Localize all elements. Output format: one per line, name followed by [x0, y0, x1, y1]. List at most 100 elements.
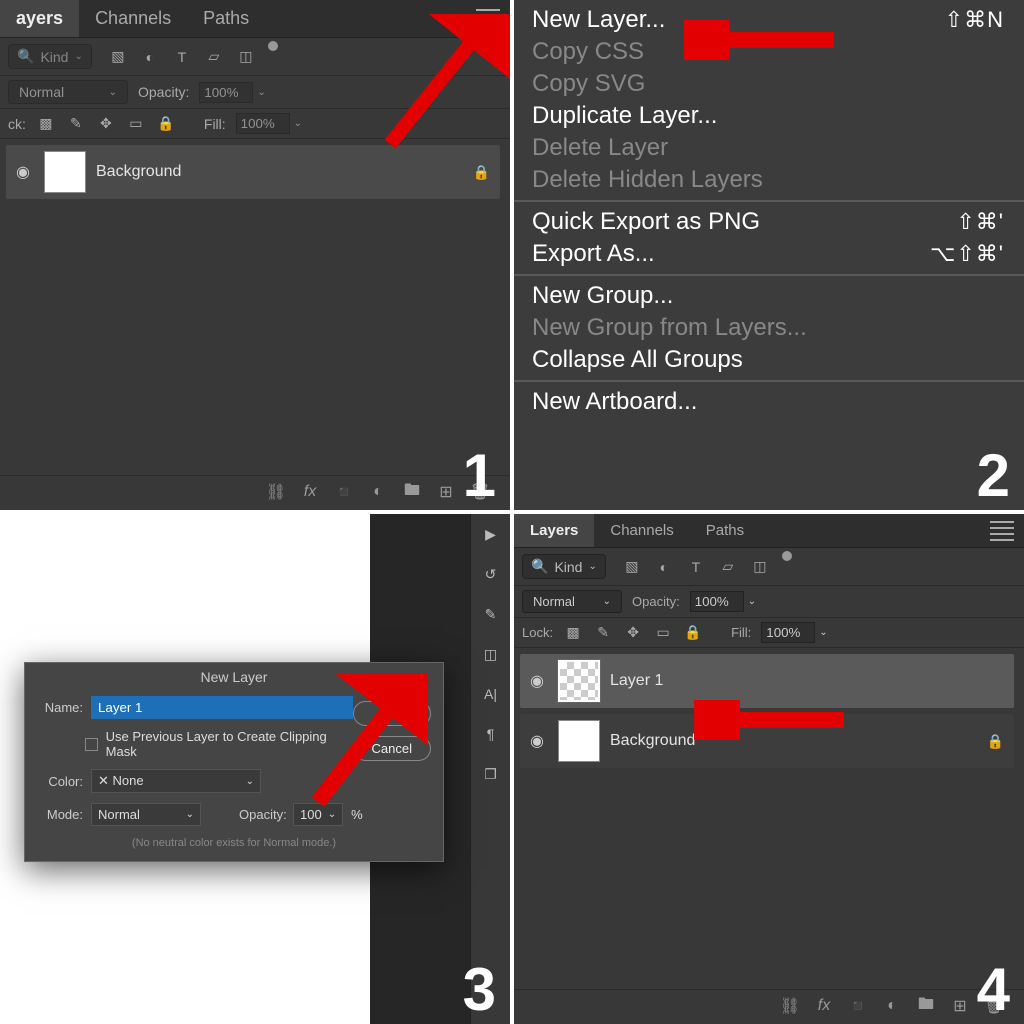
lock-pixels-icon[interactable]: ▩ — [563, 623, 583, 643]
menu-new-artboard[interactable]: New Artboard... — [514, 386, 1024, 418]
blend-mode-select[interactable]: Normal⌄ — [522, 590, 622, 613]
filter-toggle-icon[interactable] — [782, 551, 792, 561]
step-number: 2 — [977, 446, 1010, 506]
color-label: Color: — [37, 774, 83, 789]
menu-new-group[interactable]: New Group... — [514, 280, 1024, 312]
mask-icon[interactable]: ◾ — [334, 482, 354, 502]
shape-filter-icon[interactable]: ▱ — [718, 557, 738, 577]
link-layers-icon[interactable]: ⛓ — [780, 996, 800, 1016]
dialog-note: (No neutral color exists for Normal mode… — [25, 831, 443, 849]
image-filter-icon[interactable]: ▧ — [622, 557, 642, 577]
menu-delete-layer: Delete Layer — [514, 132, 1024, 164]
mask-icon[interactable]: ◾ — [848, 996, 868, 1016]
group-icon[interactable]: 🖿 — [402, 482, 422, 502]
tab-layers[interactable]: Layers — [514, 514, 594, 547]
opacity-field[interactable] — [690, 591, 744, 612]
name-label: Name: — [37, 700, 83, 715]
layer-name-label: Layer 1 — [610, 672, 1004, 690]
clipping-mask-label: Use Previous Layer to Create Clipping Ma… — [106, 729, 353, 759]
lock-all-icon[interactable]: 🔒 — [156, 114, 176, 134]
tab-channels[interactable]: Channels — [594, 514, 689, 547]
history-icon[interactable]: ↺ — [481, 564, 501, 584]
lock-all-icon[interactable]: 🔒 — [683, 623, 703, 643]
type-filter-icon[interactable]: T — [686, 557, 706, 577]
swatch-icon[interactable]: ◫ — [481, 644, 501, 664]
step-3-new-layer-dialog: ▶ ↺ ✎ ◫ A| ¶ ❐ New Layer Name: Use Previ… — [0, 514, 510, 1024]
cancel-button[interactable]: Cancel — [353, 736, 431, 761]
lock-label: Lock: — [522, 625, 553, 640]
type-filter-icon[interactable]: T — [172, 47, 192, 67]
visibility-eye-icon[interactable]: ◉ — [16, 162, 34, 182]
kind-filter[interactable]: 🔍 Kind ⌄ — [8, 44, 92, 69]
image-filter-icon[interactable]: ▧ — [108, 47, 128, 67]
kind-filter[interactable]: 🔍 Kind ⌄ — [522, 554, 606, 579]
menu-copy-css: Copy CSS — [514, 36, 1024, 68]
visibility-eye-icon[interactable]: ◉ — [530, 671, 548, 691]
adjustment-layer-icon[interactable]: ◐ — [882, 996, 902, 1016]
lock-brush-icon[interactable]: ✎ — [593, 623, 613, 643]
lock-artboard-icon[interactable]: ▭ — [126, 114, 146, 134]
filter-toggle-icon[interactable] — [268, 41, 278, 51]
brush-icon[interactable]: ✎ — [481, 604, 501, 624]
fill-field[interactable] — [761, 622, 815, 643]
menu-delete-hidden: Delete Hidden Layers — [514, 164, 1024, 196]
group-icon[interactable]: 🖿 — [916, 996, 936, 1016]
lock-artboard-icon[interactable]: ▭ — [653, 623, 673, 643]
menu-quick-export[interactable]: Quick Export as PNG⇧⌘' — [514, 206, 1024, 238]
shape-filter-icon[interactable]: ▱ — [204, 47, 224, 67]
tab-channels[interactable]: Channels — [79, 0, 187, 37]
fx-icon[interactable]: fx — [814, 996, 834, 1016]
lock-position-icon[interactable]: ✥ — [96, 114, 116, 134]
menu-collapse-groups[interactable]: Collapse All Groups — [514, 344, 1024, 376]
opacity-field[interactable] — [199, 82, 253, 103]
layer-thumbnail[interactable] — [558, 720, 600, 762]
opacity-label: Opacity: — [239, 807, 285, 822]
tab-paths[interactable]: Paths — [187, 0, 265, 37]
clipping-mask-checkbox[interactable] — [85, 738, 98, 751]
layer-row-background[interactable]: ◉ Background 🔒 — [520, 714, 1014, 768]
ok-button[interactable]: OK — [353, 701, 431, 726]
layer-locked-icon: 🔒 — [473, 164, 490, 181]
layer-thumbnail[interactable] — [44, 151, 86, 193]
panel-tabs: ayers Channels Paths — [0, 0, 510, 38]
layer-name-label: Background — [96, 163, 463, 181]
panel-menu-button[interactable] — [476, 7, 500, 31]
link-layers-icon[interactable]: ⛓ — [266, 482, 286, 502]
adjust-filter-icon[interactable]: ◐ — [140, 47, 160, 67]
step-4-layers-result: Layers Channels Paths 🔍 Kind ⌄ ▧ ◐ T ▱ ◫… — [514, 514, 1024, 1024]
lock-row: Lock: ▩ ✎ ✥ ▭ 🔒 Fill: ⌄ — [514, 618, 1024, 648]
fill-field[interactable] — [236, 113, 290, 134]
blend-mode-select[interactable]: Normal⌄ — [8, 80, 128, 104]
mode-select[interactable]: Normal⌄ — [91, 803, 201, 826]
layer-row-layer1[interactable]: ◉ Layer 1 — [520, 654, 1014, 708]
menu-duplicate-layer[interactable]: Duplicate Layer... — [514, 100, 1024, 132]
fx-icon[interactable]: fx — [300, 482, 320, 502]
panel-menu-button[interactable] — [990, 519, 1014, 543]
lock-pixels-icon[interactable]: ▩ — [36, 114, 56, 134]
panel-footer-icons: ⛓ fx ◾ ◐ 🖿 ⊞ 🗑 — [0, 475, 510, 504]
layer-row-background[interactable]: ◉ Background 🔒 — [6, 145, 500, 199]
lock-position-icon[interactable]: ✥ — [623, 623, 643, 643]
visibility-eye-icon[interactable]: ◉ — [530, 731, 548, 751]
tab-layers[interactable]: ayers — [0, 0, 79, 37]
new-layer-icon[interactable]: ⊞ — [436, 482, 456, 502]
layer-thumbnail[interactable] — [558, 660, 600, 702]
adjust-filter-icon[interactable]: ◐ — [654, 557, 674, 577]
menu-new-layer[interactable]: New Layer...⇧⌘N — [514, 4, 1024, 36]
opacity-input[interactable]: 100⌄ — [293, 803, 343, 826]
layer-name-input[interactable] — [91, 696, 353, 719]
play-icon[interactable]: ▶ — [481, 524, 501, 544]
lock-brush-icon[interactable]: ✎ — [66, 114, 86, 134]
smart-filter-icon[interactable]: ◫ — [750, 557, 770, 577]
adjustment-layer-icon[interactable]: ◐ — [368, 482, 388, 502]
char-icon[interactable]: A| — [481, 684, 501, 704]
layers-icon[interactable]: ❐ — [481, 764, 501, 784]
menu-export-as[interactable]: Export As...⌥⇧⌘' — [514, 238, 1024, 270]
color-select[interactable]: ✕ None⌄ — [91, 769, 261, 793]
tab-paths[interactable]: Paths — [690, 514, 760, 547]
panel-tabs: Layers Channels Paths — [514, 514, 1024, 548]
new-layer-icon[interactable]: ⊞ — [950, 996, 970, 1016]
para-icon[interactable]: ¶ — [481, 724, 501, 744]
smart-filter-icon[interactable]: ◫ — [236, 47, 256, 67]
dialog-title: New Layer — [25, 663, 443, 691]
